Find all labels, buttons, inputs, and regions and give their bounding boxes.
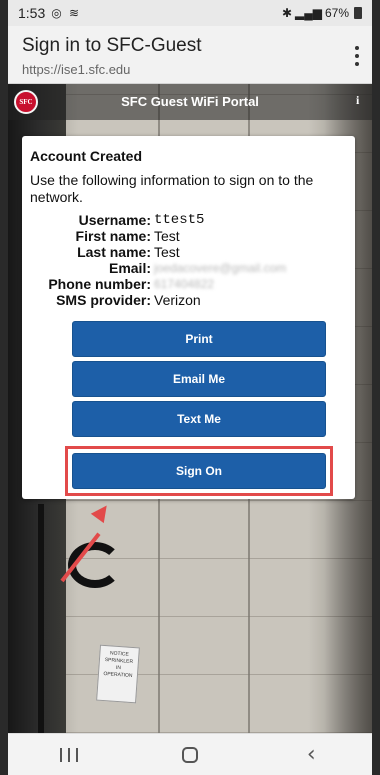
card-title: Account Created [30,148,143,164]
home-button[interactable] [160,740,220,770]
railing [38,504,44,733]
card-description: Use the following information to sign on… [30,172,314,205]
nfc-icon: ✱ [281,6,292,20]
back-button[interactable]: ‹ [281,740,341,770]
home-icon [181,746,198,763]
info-row-email: Email: joedacovere@gmail.com [22,260,355,276]
email-label: Email: [108,260,151,276]
last-name-label: Last name: [77,244,151,260]
back-icon: ‹ [306,741,316,767]
username-value: ttest5 [154,212,205,228]
battery-icon [354,7,362,19]
page-url: https://ise1.sfc.edu [22,62,131,77]
first-name-label: First name: [75,228,151,244]
status-bar: 1:53 ◎ ≋ ✱ ▂▄▆ 67% [8,0,372,26]
text-me-button[interactable]: Text Me [72,401,326,437]
battery-percent: 67% [324,6,349,20]
email-value: joedacovere@gmail.com [154,261,287,275]
print-button[interactable]: Print [72,321,326,357]
sms-provider-label: SMS provider: [56,292,151,308]
email-me-button[interactable]: Email Me [72,361,326,397]
phone-screen: 1:53 ◎ ≋ ✱ ▂▄▆ 67% Sign in to SFC-Guest … [8,0,372,775]
signal-icon: ▂▄▆ [295,6,322,20]
info-icon[interactable]: i [356,93,364,108]
page-title: Sign in to SFC-Guest [22,35,202,56]
more-options-icon[interactable] [354,46,360,66]
navigation-bar: ‹ [8,733,372,775]
first-name-value: Test [154,228,180,244]
phone-value: 617404822 [154,277,215,291]
recents-icon[interactable] [39,740,99,770]
phone-label: Phone number: [48,276,151,292]
last-name-value: Test [154,244,180,260]
portal-title: SFC Guest WiFi Portal [121,94,259,109]
sms-provider-value: Verizon [154,292,201,308]
account-info: Username: ttest5 First name: Test Last n… [22,212,355,308]
info-row-phone: Phone number: 617404822 [22,276,355,292]
wall-sign: NOTICE SPRINKLER IN OPERATION [96,644,140,704]
info-row-username: Username: ttest5 [22,212,355,228]
browser-title-bar: Sign in to SFC-Guest https://ise1.sfc.ed… [8,26,372,84]
status-icons: ✱ ▂▄▆ 67% [282,6,362,20]
whatsapp-icon: ◎ ≋ [51,6,82,20]
info-row-sms-provider: SMS provider: Verizon [22,292,355,308]
annotation-arrow-head [90,500,114,524]
status-time: 1:53 [18,5,46,21]
info-row-last-name: Last name: Test [22,244,355,260]
account-created-card: Account Created Use the following inform… [22,136,355,499]
portal-header: SFC SFC Guest WiFi Portal i [8,84,372,120]
portal-page: NOTICE SPRINKLER IN OPERATION SFC SFC Gu… [8,84,372,733]
username-label: Username: [78,212,151,228]
info-row-first-name: First name: Test [22,228,355,244]
sign-on-button[interactable]: Sign On [72,453,326,489]
